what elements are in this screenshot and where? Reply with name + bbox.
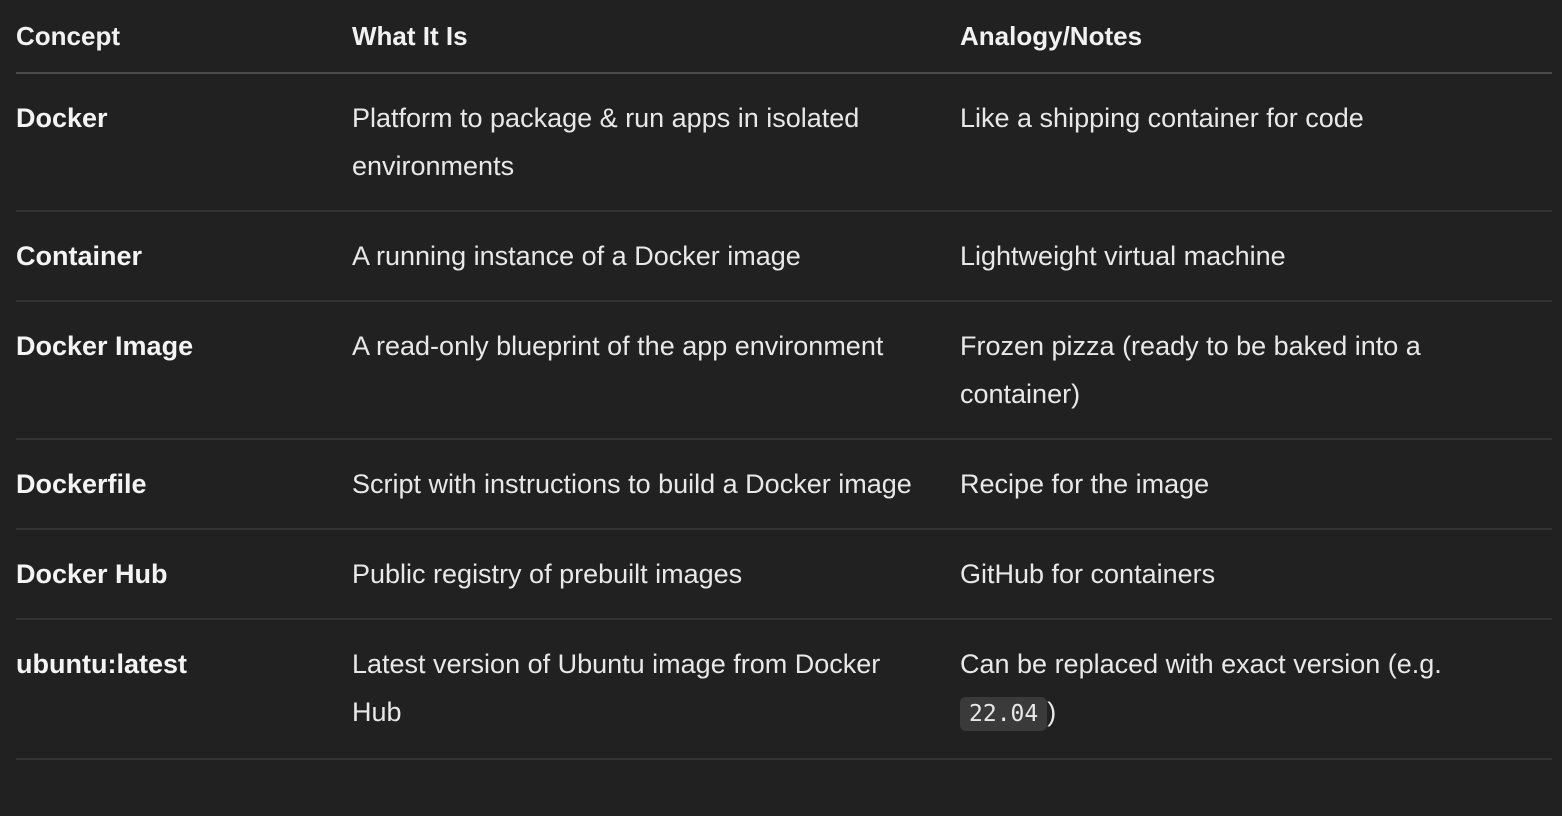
concept-cell: ubuntu:latest: [16, 619, 352, 760]
table-row: Docker Platform to package & run apps in…: [16, 73, 1552, 212]
what-text: Latest version of Ubuntu image from Dock…: [352, 649, 881, 727]
notes-text: Recipe for the image: [960, 469, 1210, 499]
concept-cell: Dockerfile: [16, 439, 352, 530]
inline-code: 22.04: [960, 697, 1048, 731]
concepts-table-container: Concept What It Is Analogy/Notes Docker …: [16, 0, 1552, 760]
concepts-table: Concept What It Is Analogy/Notes Docker …: [16, 0, 1552, 760]
table-row: Docker Image A read-only blueprint of th…: [16, 301, 1552, 440]
notes-text-with-code: Can be replaced with exact version (e.g.…: [960, 640, 1552, 738]
concept-text: Docker Image: [16, 331, 194, 361]
notes-text: Lightweight virtual machine: [960, 241, 1286, 271]
what-cell: Latest version of Ubuntu image from Dock…: [352, 619, 960, 760]
what-cell: Script with instructions to build a Dock…: [352, 439, 960, 530]
concept-text: Docker: [16, 103, 108, 133]
header-concept: Concept: [16, 0, 352, 74]
concept-text: Dockerfile: [16, 469, 147, 499]
concept-text: Docker Hub: [16, 559, 168, 589]
notes-cell: Lightweight virtual machine: [960, 211, 1552, 302]
what-cell: Platform to package & run apps in isolat…: [352, 73, 960, 212]
concept-cell: Docker Hub: [16, 529, 352, 620]
table-row: ubuntu:latest Latest version of Ubuntu i…: [16, 619, 1552, 760]
notes-text: GitHub for containers: [960, 559, 1216, 589]
concept-text: Container: [16, 241, 143, 271]
what-cell: A running instance of a Docker image: [352, 211, 960, 302]
what-text: A running instance of a Docker image: [352, 241, 801, 271]
notes-text: Frozen pizza (ready to be baked into a c…: [960, 331, 1421, 409]
concept-cell: Docker: [16, 73, 352, 212]
header-analogy-notes: Analogy/Notes: [960, 0, 1552, 74]
notes-text: Can be replaced with exact version (e.g.: [960, 649, 1442, 679]
concept-text: ubuntu:latest: [16, 649, 187, 679]
header-row: Concept What It Is Analogy/Notes: [16, 0, 1552, 74]
table-row: Container A running instance of a Docker…: [16, 211, 1552, 302]
concept-cell: Docker Image: [16, 301, 352, 440]
what-text: Script with instructions to build a Dock…: [352, 469, 912, 499]
what-text: A read-only blueprint of the app environ…: [352, 331, 884, 361]
notes-cell: Recipe for the image: [960, 439, 1552, 530]
notes-cell: Can be replaced with exact version (e.g.…: [960, 619, 1552, 760]
notes-suffix: ): [1047, 697, 1057, 727]
table-body: Docker Platform to package & run apps in…: [16, 73, 1552, 760]
concept-cell: Container: [16, 211, 352, 302]
notes-cell: GitHub for containers: [960, 529, 1552, 620]
table-header: Concept What It Is Analogy/Notes: [16, 0, 1552, 74]
notes-cell: Like a shipping container for code: [960, 73, 1552, 212]
notes-text: Like a shipping container for code: [960, 103, 1364, 133]
table-row: Docker Hub Public registry of prebuilt i…: [16, 529, 1552, 620]
what-text: Platform to package & run apps in isolat…: [352, 103, 860, 181]
table-row: Dockerfile Script with instructions to b…: [16, 439, 1552, 530]
what-cell: A read-only blueprint of the app environ…: [352, 301, 960, 440]
what-text: Public registry of prebuilt images: [352, 559, 743, 589]
what-cell: Public registry of prebuilt images: [352, 529, 960, 620]
notes-cell: Frozen pizza (ready to be baked into a c…: [960, 301, 1552, 440]
header-what-it-is: What It Is: [352, 0, 960, 74]
